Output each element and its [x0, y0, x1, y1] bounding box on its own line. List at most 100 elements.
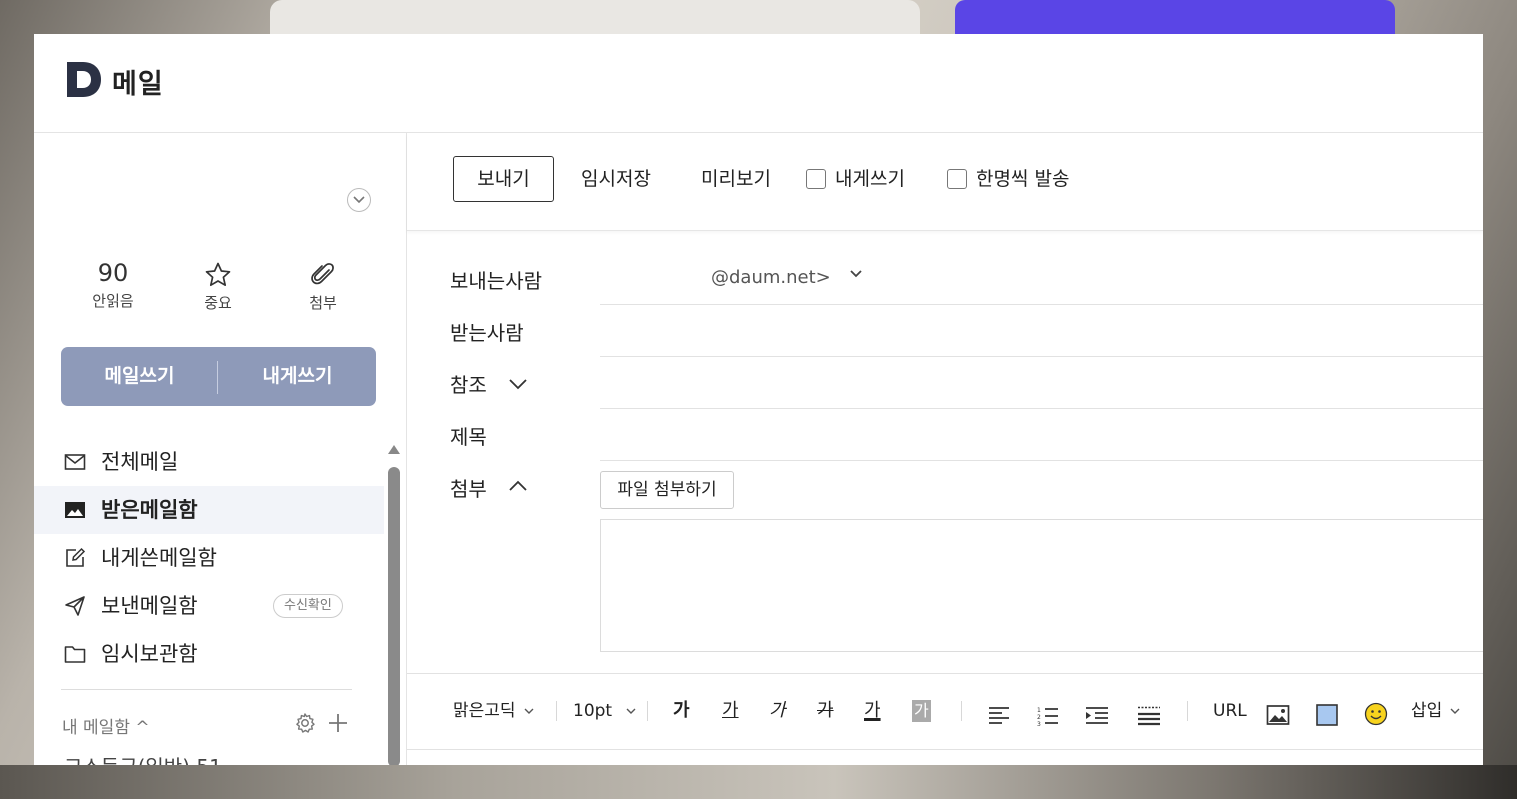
chevron-down-icon: [626, 708, 635, 714]
envelope-icon: [64, 454, 86, 470]
folder-drafts[interactable]: 임시보관함: [34, 630, 384, 678]
svg-text:2: 2: [1037, 714, 1041, 721]
sidebar-scrollbar[interactable]: [387, 445, 401, 765]
strikethrough-button[interactable]: 가: [817, 696, 834, 726]
unread-stat[interactable]: 90 안읽음: [73, 258, 153, 311]
background-color-button[interactable]: 가: [912, 700, 931, 722]
send-button[interactable]: 보내기: [453, 156, 554, 202]
attachment-stat[interactable]: 첨부: [283, 258, 363, 313]
font-size-select[interactable]: 10pt: [573, 696, 636, 726]
compose-area: 보내기 임시저장 미리보기 내게쓰기 한명씩 발송 보내는사람 @daum.ne…: [407, 133, 1483, 765]
app-title[interactable]: 메일: [112, 62, 164, 101]
read-receipt-badge[interactable]: 수신확인: [273, 594, 343, 618]
chevron-down-icon: [524, 708, 534, 714]
folder-label: 받은메일함: [101, 498, 198, 522]
emoji-icon[interactable]: [1364, 699, 1388, 729]
sender-dropdown-chevron-icon[interactable]: [849, 269, 863, 279]
unread-label: 안읽음: [92, 292, 134, 310]
font-size-value: 10pt: [573, 701, 613, 721]
cc-row: 참조: [407, 357, 1483, 409]
insert-menu[interactable]: 삽입: [1411, 696, 1460, 726]
sidebar-divider: [61, 689, 352, 690]
preview-button[interactable]: 미리보기: [701, 156, 771, 202]
save-draft-button[interactable]: 임시저장: [581, 156, 651, 202]
folder-inbox[interactable]: 받은메일함: [34, 486, 384, 534]
svg-text:3: 3: [1037, 721, 1041, 728]
subject-label: 제목: [450, 425, 487, 449]
image-icon[interactable]: [1266, 700, 1290, 730]
folder-label: 보낸메일함: [101, 594, 198, 618]
important-label: 중요: [204, 294, 232, 312]
to-label: 받는사람: [450, 321, 524, 345]
folder-all-mail[interactable]: 전체메일: [34, 438, 384, 486]
from-row: 보내는사람 @daum.net>: [407, 253, 1483, 305]
font-family-select[interactable]: 맑은고딕: [453, 696, 534, 726]
folder-label: 임시보관함: [101, 642, 198, 666]
folder-label: 전체메일: [101, 450, 179, 474]
attach-file-button[interactable]: 파일 첨부하기: [600, 471, 734, 509]
subject-row: 제목: [407, 409, 1483, 461]
toolbar-divider: [1187, 701, 1188, 721]
bold-button[interactable]: 가: [673, 696, 690, 726]
toolbar-divider: [961, 701, 962, 721]
chevron-down-icon: [1450, 708, 1460, 714]
write-self-label[interactable]: 내게쓰기: [835, 156, 905, 202]
folder-sent[interactable]: 보낸메일함 수신확인: [34, 582, 384, 630]
daum-logo-icon[interactable]: [67, 62, 101, 97]
folder-icon: [64, 646, 86, 663]
toolbar-divider: [556, 701, 557, 721]
compose-toolbar: 보내기 임시저장 미리보기 내게쓰기 한명씩 발송: [407, 133, 1483, 231]
font-color-button[interactable]: 가: [864, 696, 881, 726]
paperclip-icon: [311, 263, 334, 285]
compose-mail-button[interactable]: 메일쓰기: [61, 347, 218, 406]
attach-label: 첨부: [450, 477, 487, 501]
inbox-icon: [65, 502, 85, 518]
edit-icon: [66, 547, 86, 567]
partial-folder-item[interactable]: 고소득금(일반) 51: [64, 751, 222, 765]
cc-label: 참조: [450, 373, 487, 397]
editor-toolbar: 맑은고딕 10pt 가 가 가 가 가 가 1 2 3 URL 삽입: [407, 673, 1483, 750]
send-individually-checkbox[interactable]: [947, 169, 967, 189]
add-icon[interactable]: [327, 712, 349, 734]
folder-list: 전체메일 받은메일함 내게쓴메일함 보낸메일함 수신확인 임시보관함: [34, 438, 384, 678]
important-stat[interactable]: 중요: [178, 258, 258, 313]
scroll-thumb[interactable]: [388, 467, 400, 765]
align-left-icon[interactable]: [988, 701, 1010, 731]
toolbar-divider: [647, 701, 648, 721]
write-self-checkbox[interactable]: [806, 169, 826, 189]
numbered-list-icon[interactable]: 1 2 3: [1037, 701, 1059, 731]
gear-icon[interactable]: [294, 712, 316, 734]
insert-label: 삽입: [1411, 701, 1443, 721]
attachment-label: 첨부: [309, 294, 337, 312]
from-label: 보내는사람: [450, 269, 542, 293]
star-icon: [205, 262, 231, 287]
italic-button[interactable]: 가: [769, 696, 786, 726]
cc-expand-chevron-icon[interactable]: [508, 377, 528, 391]
send-individually-label[interactable]: 한명씩 발송: [976, 156, 1069, 202]
font-family-value: 맑은고딕: [453, 701, 516, 721]
attachment-dropzone[interactable]: [600, 519, 1483, 652]
my-mailbox-header[interactable]: 내 메일함 ^: [62, 713, 150, 738]
attach-collapse-chevron-icon[interactable]: [508, 479, 528, 493]
indent-icon[interactable]: [1085, 701, 1109, 731]
mail-window: 메일 90 안읽음 중요 첨부 메일쓰기 내게쓰기 전체메일 받은메일함 내게쓴…: [34, 34, 1483, 765]
scroll-up-arrow-icon[interactable]: [388, 445, 400, 454]
compose-divider: [217, 361, 218, 394]
table-icon[interactable]: [1316, 700, 1338, 730]
to-row: 받는사람: [407, 305, 1483, 357]
horizontal-rule-icon[interactable]: [1137, 701, 1161, 731]
underline-button[interactable]: 가: [722, 696, 739, 726]
compose-button-group: 메일쓰기 내게쓰기: [61, 347, 376, 406]
app-header: 메일: [34, 34, 1483, 133]
svg-text:1: 1: [1037, 707, 1041, 714]
paper-plane-icon: [65, 596, 85, 616]
write-to-self-button[interactable]: 내게쓰기: [219, 347, 376, 406]
sidebar: 90 안읽음 중요 첨부 메일쓰기 내게쓰기 전체메일 받은메일함 내게쓴메일함…: [34, 133, 407, 765]
folder-label: 내게쓴메일함: [101, 546, 217, 570]
background-desk: [0, 765, 1517, 799]
attach-row: 첨부: [407, 461, 1483, 513]
url-button[interactable]: URL: [1213, 696, 1247, 726]
sender-address[interactable]: @daum.net>: [711, 267, 831, 288]
folder-sent-to-self[interactable]: 내게쓴메일함: [34, 534, 384, 582]
account-toggle-chevron-icon[interactable]: [347, 188, 371, 212]
